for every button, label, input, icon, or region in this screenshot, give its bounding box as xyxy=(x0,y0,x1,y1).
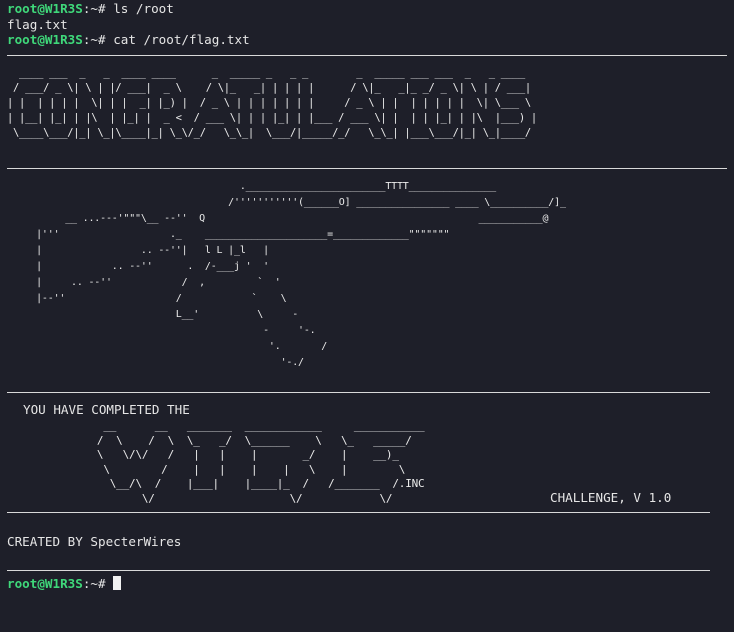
created-by: CREATED BY SpecterWires xyxy=(7,534,182,550)
active-prompt[interactable]: root@W1R3S:~# xyxy=(7,575,727,592)
prompt-user-host: root@W1R3S xyxy=(7,1,83,16)
wires-logo-block: __ __ _______ ____________ ___________ /… xyxy=(7,417,727,507)
command-line: root@W1R3S:~# cat /root/flag.txt xyxy=(7,32,727,48)
divider xyxy=(7,512,710,514)
divider xyxy=(7,54,727,56)
terminal-cursor[interactable] xyxy=(113,575,122,590)
prompt-user-host: root@W1R3S xyxy=(7,32,83,48)
prompt-user-host: root@W1R3S xyxy=(7,575,83,591)
prompt-path: :~ xyxy=(82,1,98,16)
congratulations-banner: ____ ___ _ _ ____ ____ _ _____ _ _ _ _ _… xyxy=(7,66,537,139)
terminal-window[interactable]: root@W1R3S:~# ls /root flag.txt root@W1R… xyxy=(0,0,734,632)
command-text: cat /root/flag.txt xyxy=(113,32,250,48)
wires-logo-art: __ __ _______ ____________ ___________ /… xyxy=(96,419,425,505)
divider xyxy=(7,569,710,571)
command-output: flag.txt xyxy=(7,16,68,32)
completed-message: YOU HAVE COMPLETED THE xyxy=(23,401,190,417)
prompt-symbol: # xyxy=(98,1,106,16)
divider xyxy=(7,391,710,393)
challenge-version: CHALLENGE, V 1.0 xyxy=(550,490,672,506)
command-line: root@W1R3S:~# ls /root xyxy=(7,1,727,17)
prompt-path: :~ xyxy=(82,32,98,48)
divider xyxy=(7,167,727,169)
prompt-symbol: # xyxy=(98,32,106,48)
prompt-path: :~ xyxy=(82,575,98,591)
command-text: ls /root xyxy=(113,1,174,16)
ascii-rifle-art: .________________________TTTT___________… xyxy=(36,180,566,368)
prompt-symbol: # xyxy=(98,575,106,591)
